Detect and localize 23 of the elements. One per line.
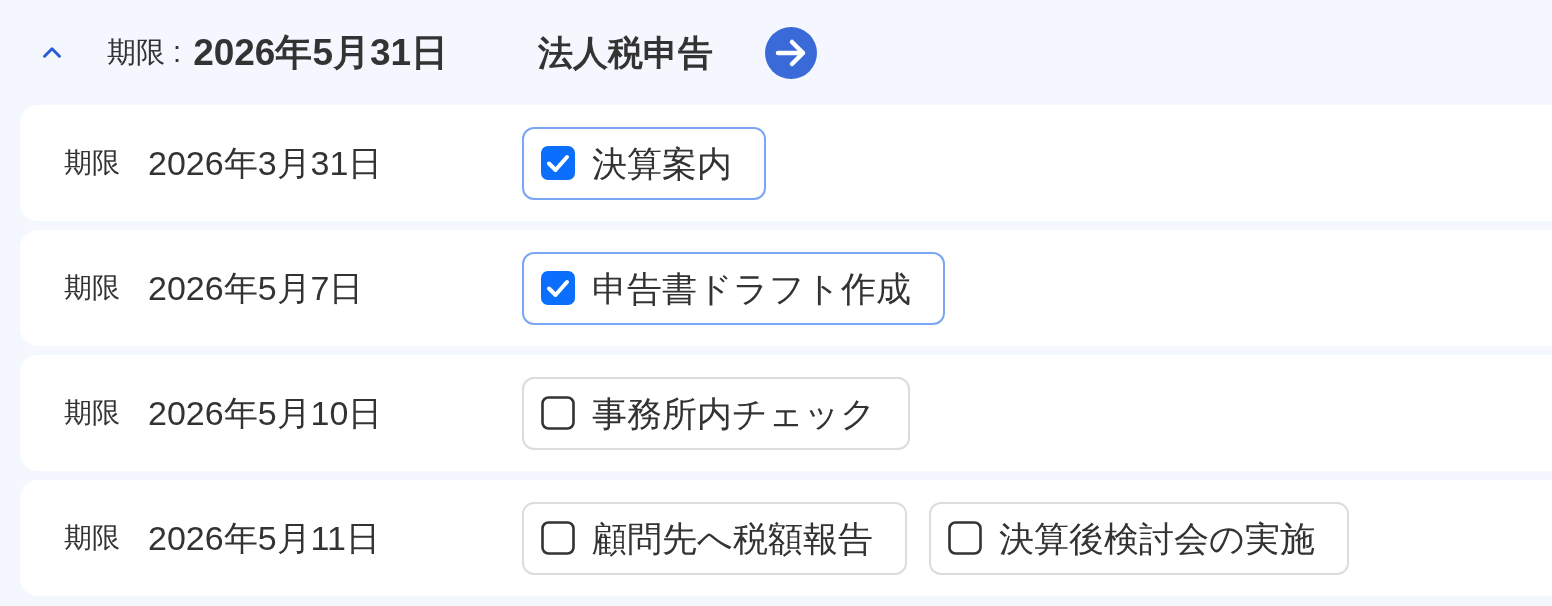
task-checkbox[interactable]: 申告書ドラフト作成 bbox=[522, 251, 945, 325]
task-checkbox[interactable]: 顧問先へ税額報告 bbox=[522, 501, 907, 575]
deadline-date: 2026年3月31日 bbox=[148, 146, 383, 180]
checkbox[interactable] bbox=[948, 521, 982, 555]
checkbox[interactable] bbox=[541, 521, 575, 555]
task-checkbox[interactable]: 事務所内チェック bbox=[522, 376, 910, 450]
checkbox[interactable] bbox=[541, 146, 575, 180]
arrow-right-icon[interactable] bbox=[765, 26, 818, 79]
deadline-label: 期限 bbox=[64, 149, 120, 177]
deadline-label: 期限 : bbox=[107, 38, 182, 67]
deadline-label: 期限 bbox=[64, 399, 120, 427]
deadline-date: 2026年5月7日 bbox=[148, 271, 364, 305]
deadline-label: 期限 bbox=[64, 524, 120, 552]
task-checkbox[interactable]: 決算案内 bbox=[522, 126, 766, 200]
task-checkbox[interactable]: 決算後検討会の実施 bbox=[929, 501, 1349, 575]
deadline-date: 2026年5月11日 bbox=[148, 521, 380, 555]
checkbox[interactable] bbox=[541, 271, 575, 305]
deadline-date: 2026年5月10日 bbox=[148, 396, 383, 430]
task-title: 法人税申告 bbox=[538, 35, 714, 70]
deadline-date: 2026年5月31日 bbox=[193, 34, 449, 71]
checkbox[interactable] bbox=[541, 396, 575, 430]
chevron-up-icon[interactable] bbox=[42, 46, 62, 59]
deadline-label: 期限 bbox=[64, 274, 120, 302]
